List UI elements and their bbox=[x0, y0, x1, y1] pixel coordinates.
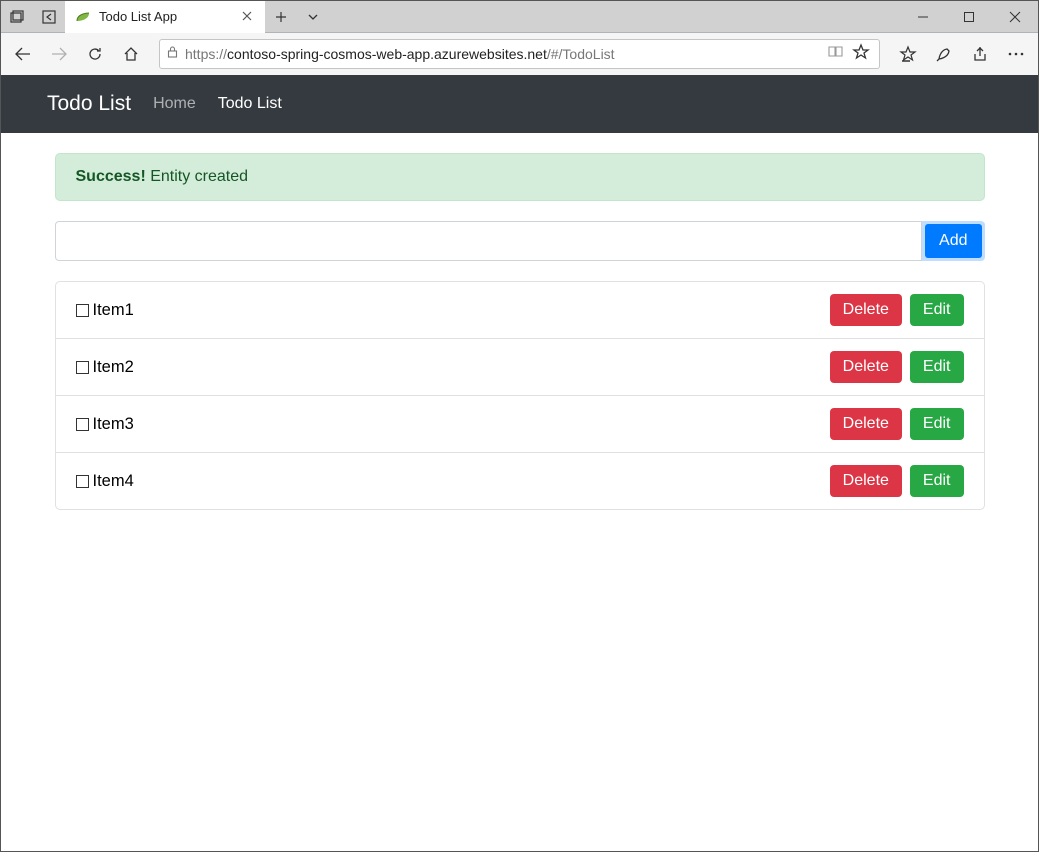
nav-todolist[interactable]: Todo List bbox=[218, 95, 282, 113]
window-controls bbox=[900, 1, 1038, 33]
delete-button[interactable]: Delete bbox=[830, 351, 902, 383]
tab-title: Todo List App bbox=[99, 9, 231, 24]
more-menu-icon[interactable] bbox=[1000, 38, 1032, 70]
item-label: Item4 bbox=[93, 472, 134, 491]
home-button[interactable] bbox=[115, 38, 147, 70]
url-text: https://contoso-spring-cosmos-web-app.az… bbox=[185, 46, 822, 62]
edit-button[interactable]: Edit bbox=[910, 351, 964, 383]
list-item: Item4 DeleteEdit bbox=[56, 453, 984, 509]
alert-strong: Success! bbox=[76, 168, 146, 185]
reading-view-icon[interactable] bbox=[828, 45, 843, 63]
leaf-favicon-icon bbox=[75, 9, 91, 25]
brand[interactable]: Todo List bbox=[47, 92, 131, 116]
notes-icon[interactable] bbox=[928, 38, 960, 70]
edit-button[interactable]: Edit bbox=[910, 465, 964, 497]
sidebar-toggle-icon[interactable] bbox=[1, 1, 33, 32]
new-item-input[interactable] bbox=[55, 221, 923, 261]
item-checkbox[interactable] bbox=[76, 304, 89, 317]
item-label: Item3 bbox=[93, 415, 134, 434]
item-label: Item2 bbox=[93, 358, 134, 377]
nav-home[interactable]: Home bbox=[153, 95, 196, 113]
page-viewport: Todo List Home Todo List Success! Entity… bbox=[1, 75, 1038, 851]
list-item: Item3 DeleteEdit bbox=[56, 396, 984, 453]
list-item: Item1 DeleteEdit bbox=[56, 282, 984, 339]
edit-button[interactable]: Edit bbox=[910, 408, 964, 440]
lock-icon bbox=[166, 45, 179, 63]
item-list: Item1DeleteEditItem2DeleteEditItem3Delet… bbox=[55, 281, 985, 510]
favorite-star-icon[interactable] bbox=[853, 44, 869, 65]
alert-text: Entity created bbox=[150, 168, 248, 185]
item-checkbox[interactable] bbox=[76, 475, 89, 488]
app-navbar: Todo List Home Todo List bbox=[1, 75, 1038, 133]
close-window-button[interactable] bbox=[992, 1, 1038, 33]
browser-chrome: Todo List App bbox=[1, 1, 1038, 75]
delete-button[interactable]: Delete bbox=[830, 408, 902, 440]
new-tab-icon[interactable] bbox=[265, 1, 297, 32]
back-button[interactable] bbox=[7, 38, 39, 70]
address-bar: https://contoso-spring-cosmos-web-app.az… bbox=[1, 33, 1038, 75]
forward-button[interactable] bbox=[43, 38, 75, 70]
browser-tab-active[interactable]: Todo List App bbox=[65, 1, 265, 32]
delete-button[interactable]: Delete bbox=[830, 465, 902, 497]
share-icon[interactable] bbox=[964, 38, 996, 70]
delete-button[interactable]: Delete bbox=[830, 294, 902, 326]
maximize-button[interactable] bbox=[946, 1, 992, 33]
edit-button[interactable]: Edit bbox=[910, 294, 964, 326]
favorites-menu-icon[interactable] bbox=[892, 38, 924, 70]
success-alert: Success! Entity created bbox=[55, 153, 985, 201]
add-row: Add bbox=[55, 221, 985, 261]
close-tab-icon[interactable] bbox=[239, 8, 255, 26]
minimize-button[interactable] bbox=[900, 1, 946, 33]
item-label: Item1 bbox=[93, 301, 134, 320]
tab-menu-icon[interactable] bbox=[297, 1, 329, 32]
set-aside-tabs-icon[interactable] bbox=[33, 1, 65, 32]
url-box[interactable]: https://contoso-spring-cosmos-web-app.az… bbox=[159, 39, 880, 69]
item-checkbox[interactable] bbox=[76, 418, 89, 431]
tab-bar: Todo List App bbox=[1, 1, 1038, 33]
item-checkbox[interactable] bbox=[76, 361, 89, 374]
list-item: Item2 DeleteEdit bbox=[56, 339, 984, 396]
refresh-button[interactable] bbox=[79, 38, 111, 70]
add-button[interactable]: Add bbox=[925, 224, 981, 258]
